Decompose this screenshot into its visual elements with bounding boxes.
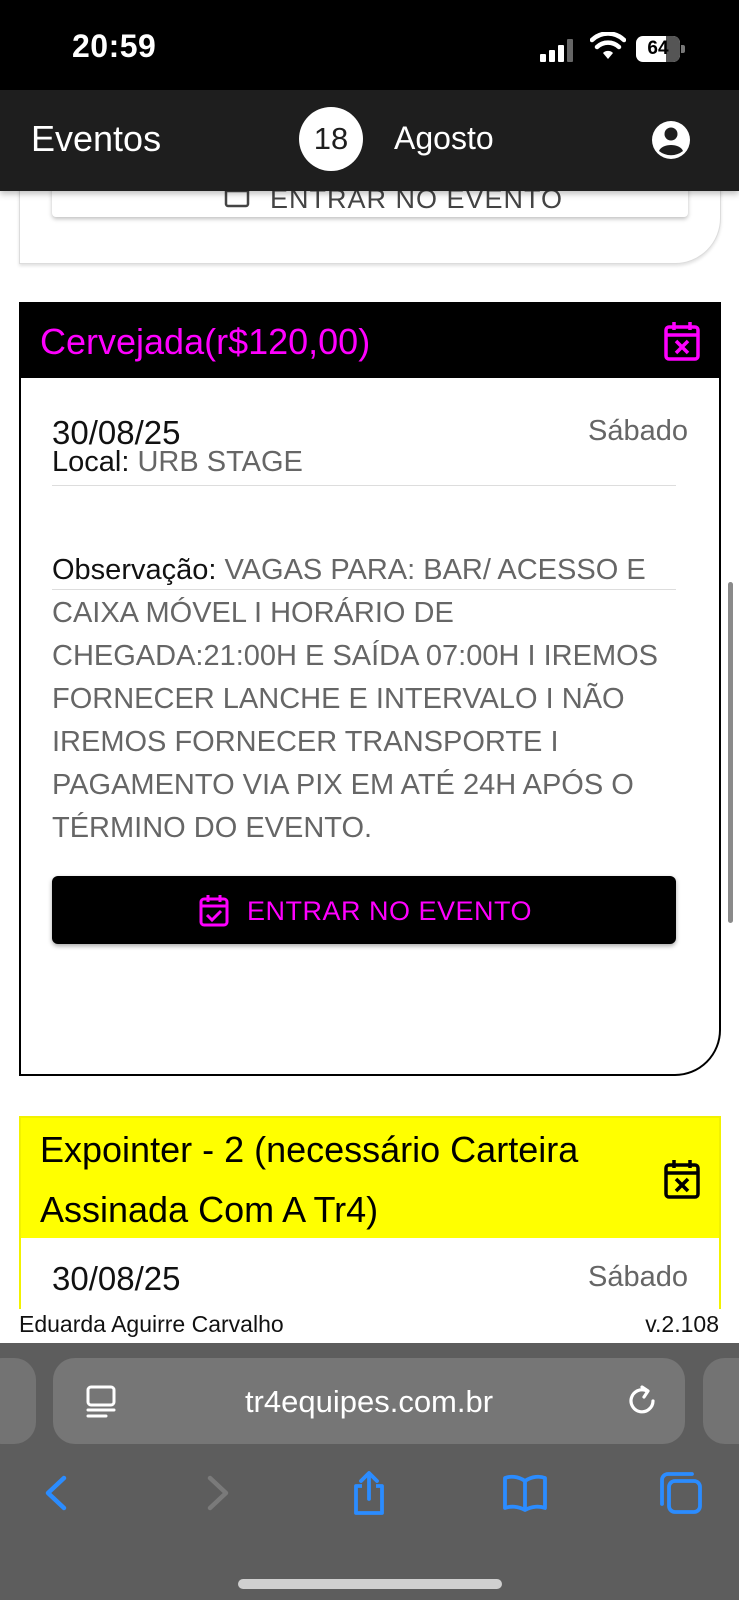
observation-label: Observação:: [52, 554, 217, 586]
battery-level: 64: [647, 38, 669, 59]
calendar-check-icon: [224, 191, 250, 208]
event-card-header: Expointer - 2 (necessário Carteira Assin…: [21, 1118, 719, 1238]
observation-value: VAGAS PARA: BAR/ ACESSO E CAIXA MÓVEL I …: [52, 554, 659, 844]
event-observation: Observação: VAGAS PARA: BAR/ ACESSO E CA…: [52, 549, 682, 850]
event-card: Cervejada(r$120,00) 30/08/25 Sábado Loca…: [19, 302, 721, 1076]
join-event-label: ENTRAR NO EVENTO: [247, 896, 533, 926]
browser-chrome: tr4equipes.com.br: [0, 1343, 739, 1600]
previous-event-card: ENTRAR NO EVENTO: [19, 191, 721, 264]
status-time: 20:59: [72, 28, 157, 64]
day-badge[interactable]: 18: [299, 107, 363, 171]
home-indicator[interactable]: [238, 1579, 502, 1589]
account-circle-icon[interactable]: [650, 119, 692, 161]
calendar-check-icon: [199, 895, 229, 927]
divider: [52, 485, 676, 486]
page-title: Eventos: [31, 118, 162, 159]
share-icon[interactable]: [346, 1470, 392, 1516]
previous-join-label: ENTRAR NO EVENTO: [270, 191, 564, 214]
cellular-signal-icon: [540, 38, 578, 62]
previous-tab-peek[interactable]: [0, 1358, 36, 1444]
event-title: Expointer - 2 (necessário Carteira Assin…: [40, 1129, 579, 1230]
status-bar: 20:59 64: [0, 0, 739, 90]
screen: 20:59 64 Eventos 18 Agosto ENTRAR NO EVE…: [0, 0, 739, 1600]
next-tab-peek[interactable]: [703, 1358, 739, 1444]
tabs-icon[interactable]: [658, 1470, 704, 1516]
battery-icon: 64: [636, 36, 685, 62]
event-title: Cervejada(r$120,00): [40, 321, 371, 362]
scrollbar[interactable]: [728, 582, 733, 923]
forward-arrow-icon[interactable]: [192, 1470, 238, 1516]
event-card: Expointer - 2 (necessário Carteira Assin…: [19, 1116, 721, 1309]
calendar-x-icon[interactable]: [663, 1158, 701, 1200]
footer-version: v.2.108: [645, 1311, 719, 1337]
local-value: URB STAGE: [137, 446, 303, 478]
join-event-button[interactable]: ENTRAR NO EVENTO: [52, 876, 676, 944]
event-weekday: Sábado: [588, 415, 688, 447]
event-card-header: Cervejada(r$120,00): [21, 304, 719, 378]
wifi-icon: [590, 32, 626, 59]
address-bar[interactable]: tr4equipes.com.br: [53, 1358, 685, 1444]
footer: Eduarda Aguirre Carvalho v.2.108: [0, 1309, 739, 1343]
local-label: Local:: [52, 446, 130, 478]
calendar-x-icon[interactable]: [663, 320, 701, 362]
event-date: 30/08/25: [52, 1260, 181, 1297]
app-bar: Eventos 18 Agosto: [0, 90, 739, 191]
bookmarks-icon[interactable]: [502, 1470, 548, 1516]
event-weekday: Sábado: [588, 1261, 688, 1293]
reload-icon[interactable]: [625, 1384, 659, 1418]
footer-user-name: Eduarda Aguirre Carvalho: [19, 1311, 284, 1337]
event-local: Local: URB STAGE: [52, 446, 303, 479]
event-list[interactable]: ENTRAR NO EVENTO Cervejada(r$120,00) 30/…: [0, 191, 739, 1309]
month-label[interactable]: Agosto: [394, 120, 494, 157]
url-text: tr4equipes.com.br: [244, 1384, 494, 1419]
back-arrow-icon[interactable]: [36, 1470, 82, 1516]
